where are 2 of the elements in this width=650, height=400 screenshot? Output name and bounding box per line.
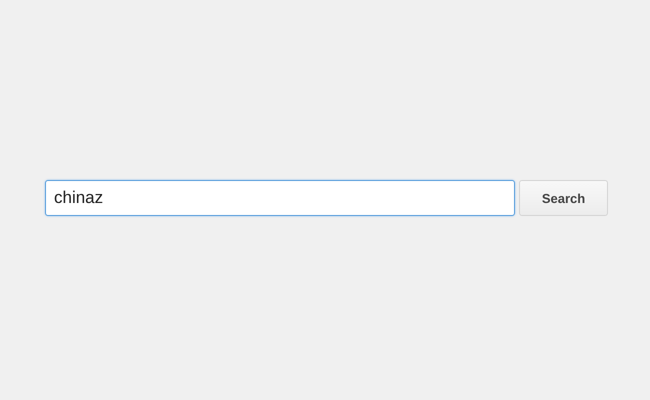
search-button[interactable]: Search: [519, 180, 608, 216]
search-field[interactable]: chinaz: [45, 180, 515, 216]
